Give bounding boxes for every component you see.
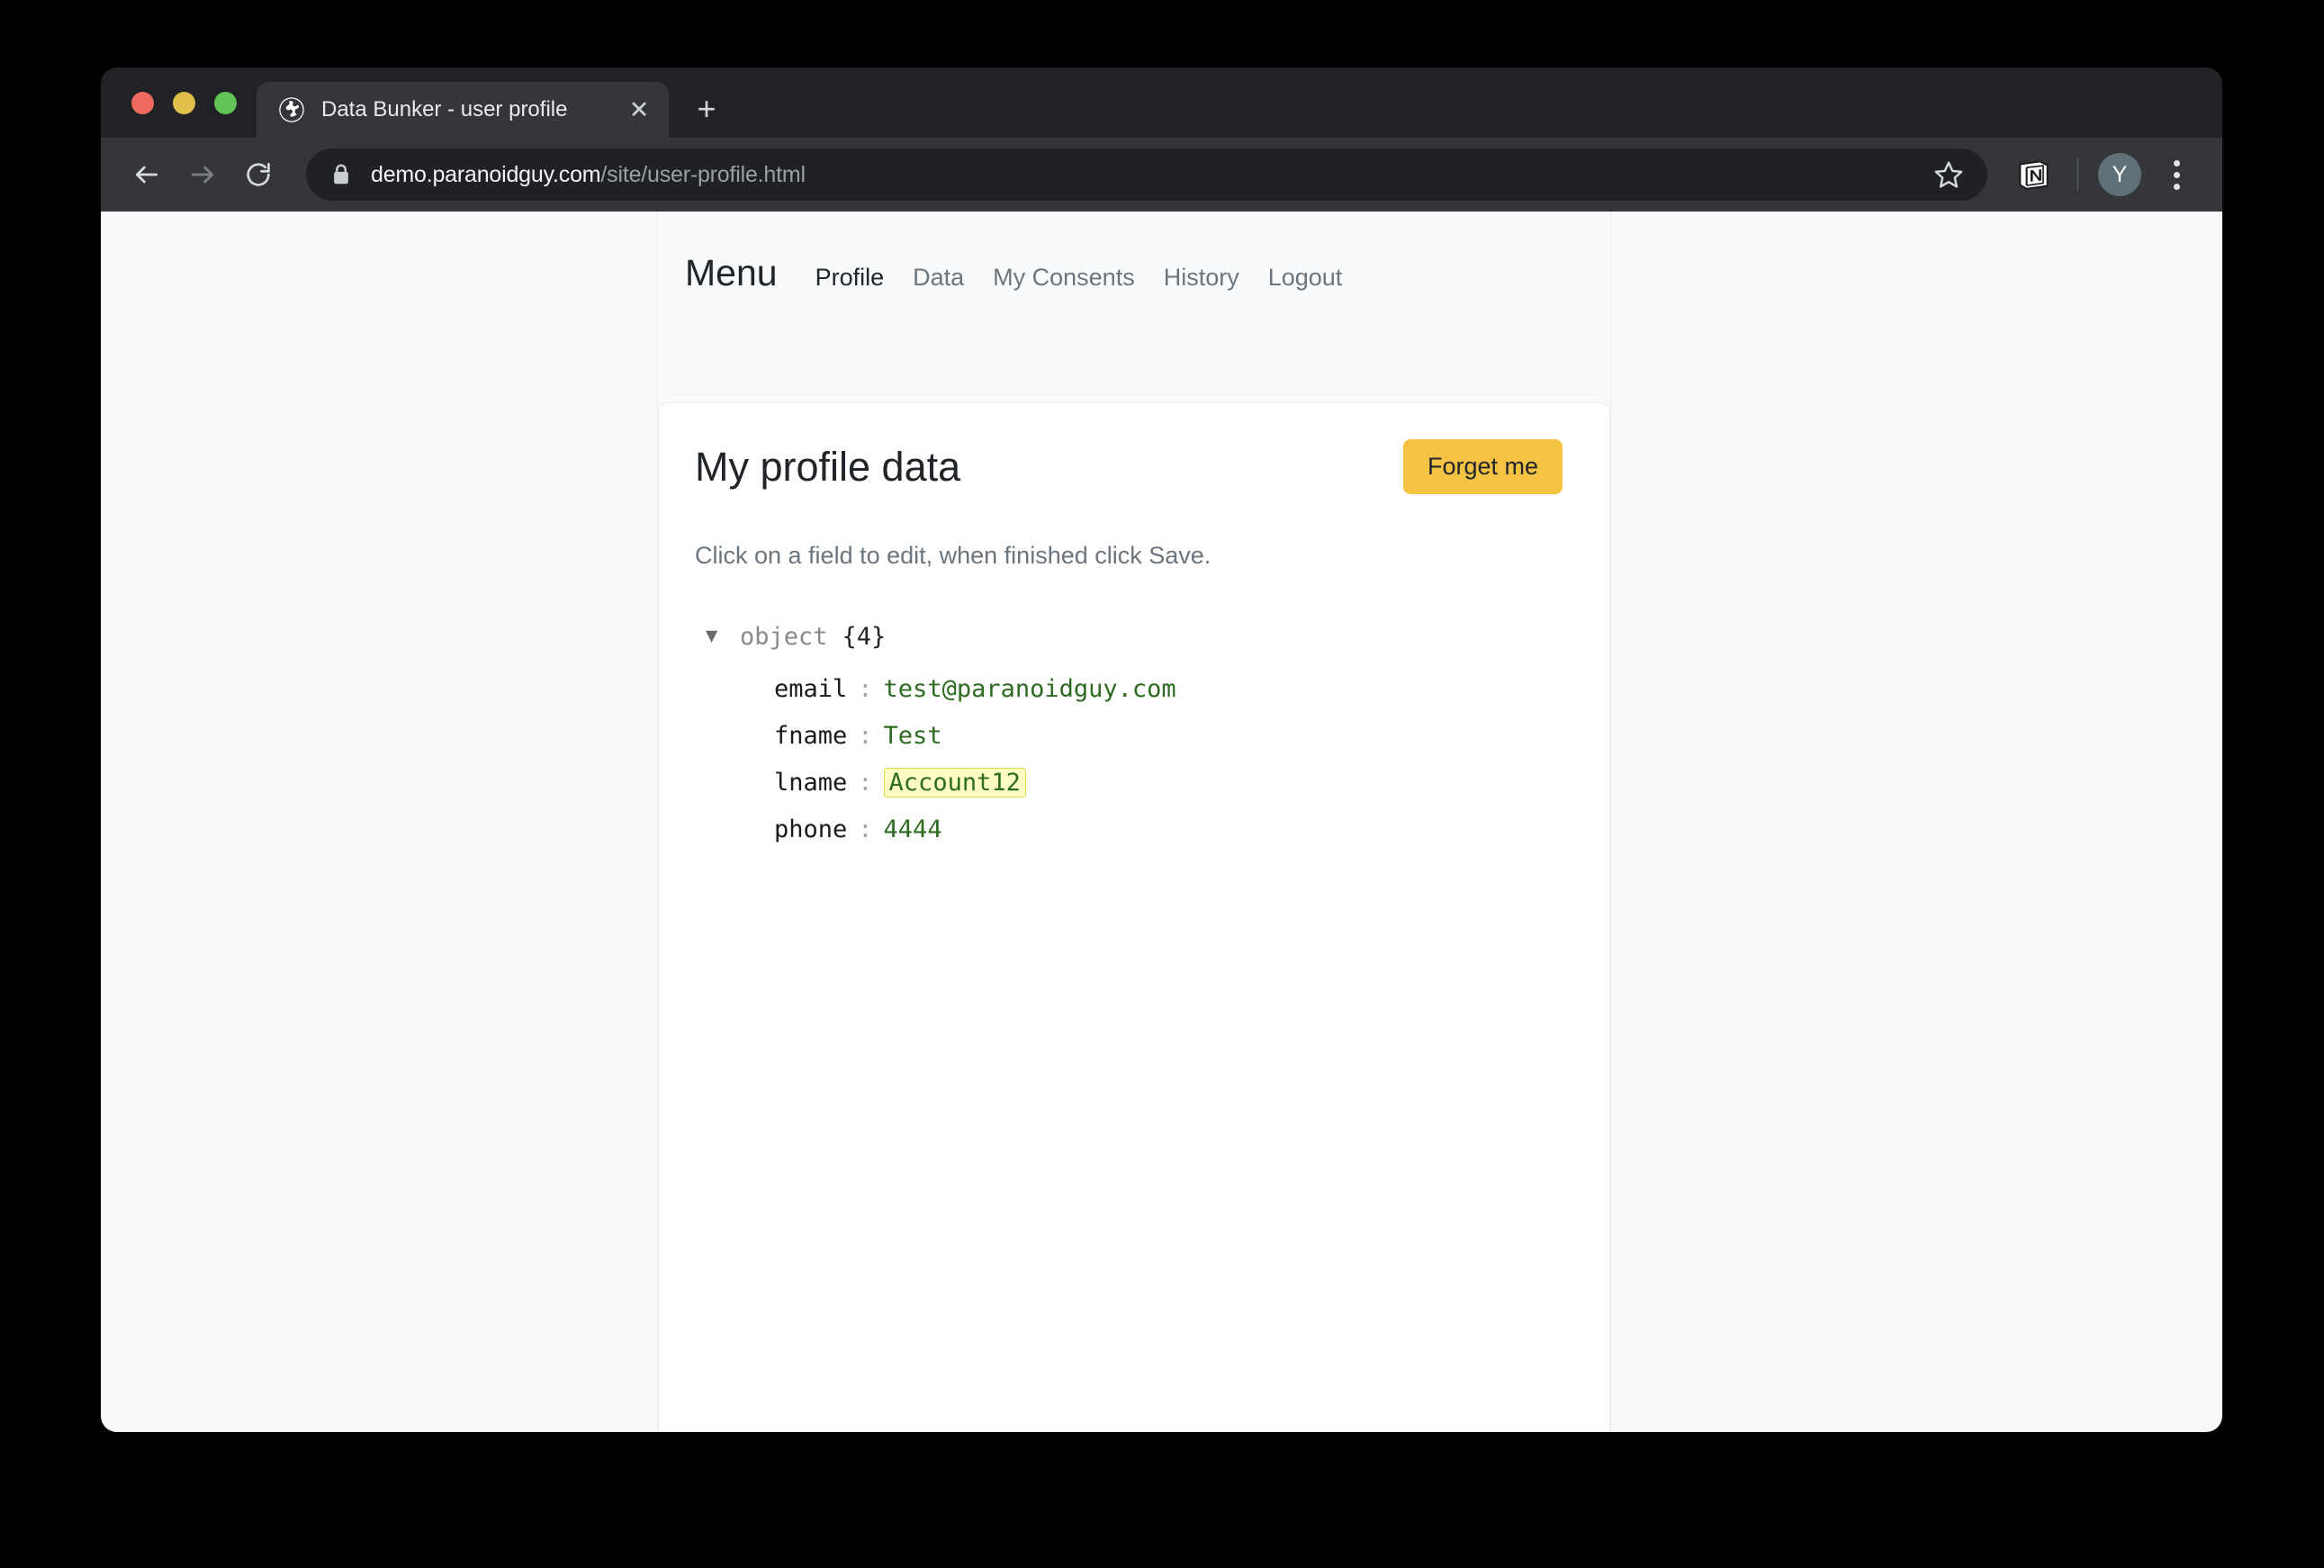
notion-extension-icon[interactable] bbox=[2013, 154, 2054, 195]
globe-icon bbox=[279, 97, 304, 122]
page-container: Menu Profile Data My Consents History Lo… bbox=[657, 212, 1611, 1432]
json-row-email[interactable]: email : test@paranoidguy.com bbox=[774, 665, 1563, 712]
forward-arrow-icon bbox=[192, 166, 213, 184]
json-colon: : bbox=[858, 768, 873, 797]
toolbar-divider bbox=[2077, 158, 2078, 191]
window-controls bbox=[124, 68, 257, 138]
bookmark-star-icon[interactable] bbox=[1926, 152, 1971, 197]
url-host: demo.paranoidguy.com bbox=[371, 161, 601, 187]
json-row-list: email : test@paranoidguy.com fname : Tes… bbox=[774, 665, 1563, 852]
lock-icon bbox=[334, 164, 348, 185]
back-button[interactable] bbox=[119, 147, 175, 203]
reload-button[interactable] bbox=[230, 147, 286, 203]
back-arrow-icon bbox=[136, 166, 158, 184]
nav-item-my-consents[interactable]: My Consents bbox=[993, 266, 1135, 290]
nav-item-logout[interactable]: Logout bbox=[1268, 266, 1343, 290]
json-value-fname[interactable]: Test bbox=[884, 724, 942, 748]
edit-hint-text: Click on a field to edit, when finished … bbox=[695, 542, 1212, 569]
close-window-button[interactable] bbox=[131, 91, 154, 114]
close-tab-icon[interactable]: ✕ bbox=[618, 89, 660, 131]
json-root-count: {4} bbox=[842, 622, 887, 651]
json-value-lname-editing[interactable]: Account12 bbox=[883, 767, 1026, 798]
tab-title: Data Bunker - user profile bbox=[321, 97, 568, 122]
profile-card: My profile data Forget me Click on a fie… bbox=[658, 402, 1610, 1432]
browser-tab[interactable]: Data Bunker - user profile ✕ bbox=[257, 82, 669, 138]
json-key: lname bbox=[774, 768, 848, 797]
nav-item-data[interactable]: Data bbox=[913, 266, 964, 290]
browser-toolbar: demo.paranoidguy.com/site/user-profile.h… bbox=[101, 138, 2222, 212]
forget-me-button[interactable]: Forget me bbox=[1402, 439, 1563, 494]
json-value-phone[interactable]: 4444 bbox=[884, 817, 942, 842]
json-root-label: object bbox=[740, 622, 828, 651]
json-colon: : bbox=[858, 721, 873, 750]
json-row-lname[interactable]: lname : Account12 bbox=[774, 759, 1563, 806]
minimize-window-button[interactable] bbox=[173, 91, 195, 114]
url-path: /site/user-profile.html bbox=[600, 161, 806, 187]
json-key: email bbox=[774, 674, 848, 703]
kebab-dot bbox=[2173, 159, 2180, 167]
kebab-dot bbox=[2173, 183, 2180, 190]
json-value-email[interactable]: test@paranoidguy.com bbox=[884, 677, 1176, 701]
json-colon: : bbox=[858, 815, 873, 843]
collapse-triangle-icon[interactable]: ▼ bbox=[706, 626, 729, 646]
reload-icon bbox=[247, 162, 270, 186]
address-bar[interactable]: demo.paranoidguy.com/site/user-profile.h… bbox=[306, 149, 1987, 201]
avatar[interactable]: Y bbox=[2098, 153, 2141, 196]
json-editor: ▼ object {4} email : test@paranoidguy.co… bbox=[695, 618, 1563, 852]
new-tab-button[interactable]: + bbox=[681, 84, 732, 134]
json-key: fname bbox=[774, 721, 848, 750]
json-row-fname[interactable]: fname : Test bbox=[774, 712, 1563, 759]
maximize-window-button[interactable] bbox=[214, 91, 237, 114]
kebab-dot bbox=[2173, 171, 2180, 178]
page-viewport: Menu Profile Data My Consents History Lo… bbox=[101, 212, 2222, 1432]
browser-menu-button[interactable] bbox=[2154, 152, 2199, 197]
tab-strip: Data Bunker - user profile ✕ + bbox=[101, 68, 2222, 138]
json-row-phone[interactable]: phone : 4444 bbox=[774, 806, 1563, 852]
json-root-row[interactable]: ▼ object {4} bbox=[706, 618, 1563, 654]
json-key: phone bbox=[774, 815, 848, 843]
site-navbar: Menu Profile Data My Consents History Lo… bbox=[658, 212, 1610, 292]
nav-item-history[interactable]: History bbox=[1164, 266, 1239, 290]
card-header: My profile data Forget me bbox=[695, 439, 1563, 494]
forward-button[interactable] bbox=[175, 147, 230, 203]
url-text: demo.paranoidguy.com/site/user-profile.h… bbox=[371, 162, 1919, 188]
nav-item-profile[interactable]: Profile bbox=[815, 266, 885, 290]
notion-logo-icon bbox=[2019, 160, 2049, 190]
browser-window: Data Bunker - user profile ✕ + demo.para… bbox=[101, 68, 2222, 1432]
brand-menu-label[interactable]: Menu bbox=[685, 255, 778, 292]
json-colon: : bbox=[858, 674, 873, 703]
page-title: My profile data bbox=[695, 444, 961, 490]
